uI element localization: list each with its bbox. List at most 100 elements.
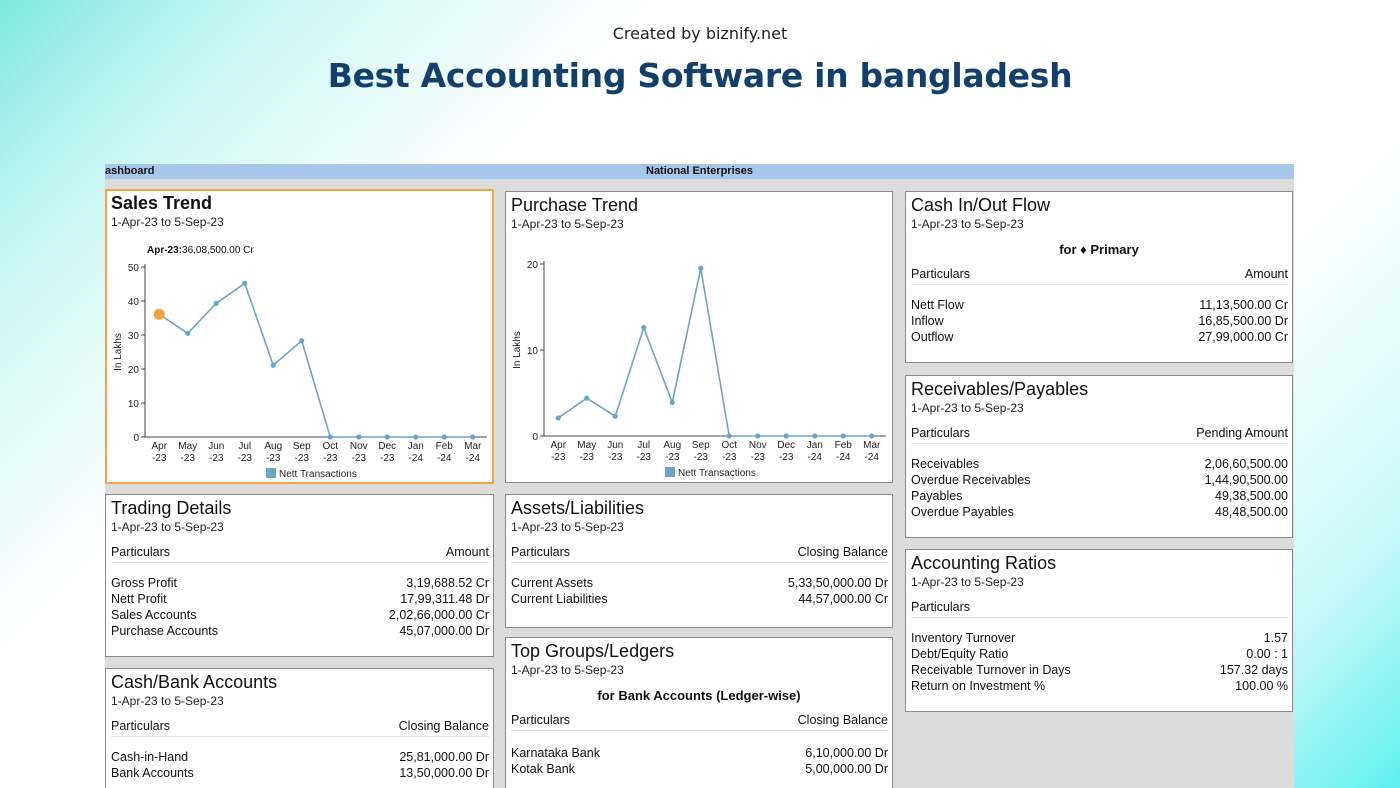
x-tick-label: -23 [295,453,310,464]
table-row[interactable]: Overdue Receivables 1,44,90,500.00 [911,473,1288,489]
row-label: Debt/Equity Ratio [911,647,1009,661]
x-tick-label: May [178,441,197,452]
data-point [185,330,191,336]
column-header: Particulars Amount [111,543,489,563]
legend-label: Nett Transactions [678,468,756,479]
assets-liabilities-panel[interactable]: Assets/Liabilities 1-Apr-23 to 5-Sep-23 … [505,494,893,628]
table-row[interactable]: Inflow 16,85,500.00 Dr [911,314,1288,330]
cash-bank-panel[interactable]: Cash/Bank Accounts 1-Apr-23 to 5-Sep-23 … [105,668,494,788]
row-label: Outflow [911,330,954,344]
table-row[interactable]: Outflow 27,99,000.00 Cr [911,330,1288,346]
row-value: 17,99,311.48 Dr [400,592,489,606]
x-tick-label: Jul [637,440,650,451]
table-row[interactable]: Nett Profit 17,99,311.48 Dr [111,592,489,608]
y-tick-label: 20 [128,365,140,376]
table-row[interactable]: Debt/Equity Ratio 0.00 : 1 [911,647,1288,663]
receivables-panel[interactable]: Receivables/Payables 1-Apr-23 to 5-Sep-2… [905,375,1293,538]
x-tick-label: Nov [350,441,368,452]
col-particulars: Particulars [511,713,571,727]
col-closing-balance: Closing Balance [797,713,888,727]
panel-period: 1-Apr-23 to 5-Sep-23 [911,575,1024,589]
panel-title: Trading Details [111,498,232,518]
x-tick-label: -24 [437,453,452,464]
data-point [384,434,390,440]
top-groups-panel[interactable]: Top Groups/Ledgers 1-Apr-23 to 5-Sep-23 … [505,637,893,788]
x-tick-label: -23 [323,453,338,464]
x-tick-label: -23 [608,452,623,463]
row-value: 6,10,000.00 Dr [805,746,888,760]
row-value: 0.00 : 1 [1246,647,1288,661]
table-row[interactable]: Gross Profit 3,19,688.52 Cr [111,576,489,592]
row-label: Payables [911,489,963,503]
table-row[interactable]: Inventory Turnover 1.57 [911,631,1288,647]
table-row[interactable]: Return on Investment % 100.00 % [911,679,1288,695]
x-tick-label: Feb [436,441,454,452]
y-axis-label: In Lakhs [113,333,124,371]
purchase-trend-panel[interactable]: Purchase Trend 1-Apr-23 to 5-Sep-23 0 10 2… [505,191,893,483]
sales-trend-panel[interactable]: Sales Trend 1-Apr-23 to 5-Sep-23 0 10 20 30… [105,189,494,484]
table-row[interactable]: Cash-in-Hand 25,81,000.00 Dr [111,750,489,766]
table-row[interactable]: Current Liabilities 44,57,000.00 Cr [511,592,888,608]
x-tick-label: Apr [151,441,167,452]
x-tick-label: -23 [152,453,167,464]
panel-title: Receivables/Payables [911,379,1089,399]
col-amount: Amount [1244,267,1288,281]
row-value: 5,33,50,000.00 Dr [787,576,888,590]
accounting-ratios-panel[interactable]: Accounting Ratios 1-Apr-23 to 5-Sep-23 P… [905,549,1293,712]
table-row[interactable]: Overdue Payables 48,48,500.00 [911,505,1288,521]
x-tick-label: Mar [464,441,482,452]
chart-tooltip: Apr-23:36,08,500.00 Cr [147,245,254,256]
data-point [470,434,476,440]
x-tick-label: May [577,440,596,451]
x-tick-label: -24 [808,452,823,463]
data-point [327,434,333,440]
table-row[interactable]: Kotak Bank 5,00,000.00 Dr [511,762,888,778]
row-value: 157.32 days [1219,663,1288,677]
table-row[interactable]: Receivables 2,06,60,500.00 [911,457,1288,473]
row-value: 100.00 % [1235,679,1288,693]
highlight-point [153,308,165,320]
x-tick-label: Jan [408,441,424,452]
x-tick-label: Oct [721,440,737,451]
data-point [555,415,561,421]
row-label: Inflow [911,314,944,328]
data-point [669,399,675,406]
data-point [584,395,590,401]
row-label: Receivable Turnover in Days [911,663,1071,677]
column-header: Particulars Closing Balance [111,717,489,737]
x-tick-label: -23 [751,452,766,463]
row-label: Inventory Turnover [911,631,1016,645]
table-row[interactable]: Receivable Turnover in Days 157.32 days [911,663,1288,679]
row-value: 25,81,000.00 Dr [399,750,489,764]
x-tick-label: Aug [663,440,681,451]
y-tick-label: 10 [527,346,539,357]
table-row[interactable]: Purchase Accounts 45,07,000.00 Dr [111,624,489,640]
table-row[interactable]: Payables 49,38,500.00 [911,489,1288,505]
row-value: 2,02,66,000.00 Cr [388,608,489,622]
table-row[interactable]: Bank Accounts 13,50,000.00 Dr [111,766,489,782]
col-particulars: Particulars [911,600,971,614]
x-tick-label: Dec [378,441,396,452]
table-row[interactable]: Sales Accounts 2,02,66,000.00 Cr [111,608,489,624]
sales-trend-chart: 01020304050In LakhsApr-23May-23Jun-23Jul… [113,245,487,480]
trading-details-panel[interactable]: Trading Details 1-Apr-23 to 5-Sep-23 Par… [105,494,494,657]
cash-flow-panel[interactable]: Cash In/Out Flow 1-Apr-23 to 5-Sep-23 fo… [905,191,1293,363]
x-tick-label: -23 [181,453,196,464]
table-row[interactable]: Current Assets 5,33,50,000.00 Dr [511,576,888,592]
x-tick-label: -23 [665,452,680,463]
x-tick-label: Dec [777,440,795,451]
y-tick-label: 10 [128,399,140,410]
column-header: Particulars Pending Amount [911,424,1288,444]
panel-title: Cash/Bank Accounts [111,672,278,692]
column-header: Particulars Closing Balance [511,711,888,731]
row-label: Sales Accounts [111,608,197,622]
data-rows: Nett Flow 11,13,500.00 Cr Inflow 16,85,500… [911,298,1288,346]
x-tick-label: -23 [580,452,595,463]
table-row[interactable]: Nett Flow 11,13,500.00 Cr [911,298,1288,314]
panel-title: Assets/Liabilities [511,498,645,518]
data-point [869,433,875,439]
table-row[interactable]: Karnataka Bank 6,10,000.00 Dr [511,746,888,762]
col-particulars: Particulars [111,545,171,559]
row-value: 16,85,500.00 Dr [1198,314,1288,328]
row-value: 1,44,90,500.00 [1204,473,1288,487]
